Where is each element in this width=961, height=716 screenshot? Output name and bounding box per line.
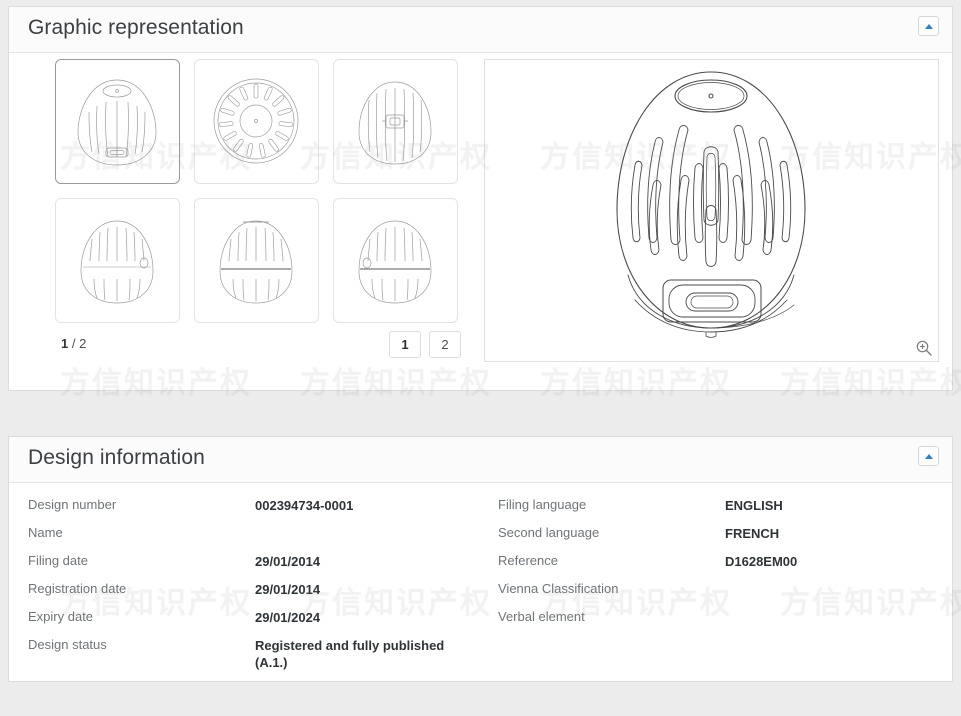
field-registration-date-value: 29/01/2014 — [255, 582, 321, 597]
field-design-status-label: Design status — [28, 637, 107, 652]
pagination-controls: 1 2 — [389, 331, 461, 358]
field-expiry-date-label: Expiry date — [28, 609, 94, 624]
thumbnail-row-2 — [55, 198, 475, 323]
field-filing-date: Filing date 29/01/2014 — [28, 553, 488, 581]
field-filing-language-label: Filing language — [498, 497, 587, 512]
thumbnail-row-1 — [55, 59, 475, 184]
graphic-representation-panel: Graphic representation 1 / 2 1 2 — [8, 6, 953, 391]
field-verbal-element-label: Verbal element — [498, 609, 585, 624]
thumbnail-6-other-side-view[interactable] — [333, 198, 458, 323]
field-filing-language: Filing language ENGLISH — [498, 497, 938, 525]
graphic-panel-collapse-button[interactable] — [918, 16, 939, 36]
thumbnail-5-back-view[interactable] — [194, 198, 319, 323]
field-reference: Reference D1628EM00 — [498, 553, 938, 581]
field-registration-date-label: Registration date — [28, 581, 127, 596]
thumbnail-grid — [55, 59, 475, 337]
design-info-right-column: Filing language ENGLISH Second language … — [498, 497, 938, 637]
thumbnail-4-side-view[interactable] — [55, 198, 180, 323]
field-design-number: Design number 002394734-0001 — [28, 497, 488, 525]
design-panel-header: Design information — [9, 437, 952, 483]
design-information-panel: Design information Design number 0023947… — [8, 436, 953, 682]
page-count-separator: / — [68, 336, 80, 351]
pager-button-1[interactable]: 1 — [389, 331, 421, 358]
design-info-left-column: Design number 002394734-0001 Name Filing… — [28, 497, 488, 681]
field-name-label: Name — [28, 525, 63, 540]
field-design-number-label: Design number — [28, 497, 117, 512]
page-count-indicator: 1 / 2 — [61, 336, 86, 351]
field-expiry-date-value: 29/01/2024 — [255, 610, 321, 625]
design-detail-page: Graphic representation 1 / 2 1 2 Design … — [0, 0, 961, 716]
field-expiry-date: Expiry date 29/01/2024 — [28, 609, 488, 637]
pager-button-2[interactable]: 2 — [429, 331, 461, 358]
field-verbal-element: Verbal element — [498, 609, 938, 637]
main-design-image[interactable] — [484, 59, 939, 362]
thumbnail-3-front-view[interactable] — [333, 59, 458, 184]
thumbnail-1-perspective-view[interactable] — [55, 59, 180, 184]
field-design-status-value: Registered and fully published (A.1.) — [255, 638, 445, 670]
graphic-panel-title: Graphic representation — [28, 16, 244, 39]
field-second-language-value: FRENCH — [725, 526, 780, 541]
thumbnail-2-top-view[interactable] — [194, 59, 319, 184]
graphic-panel-header: Graphic representation — [9, 7, 952, 53]
design-drawing-svg — [616, 71, 806, 338]
field-filing-language-value: ENGLISH — [725, 498, 783, 513]
caret-up-icon — [924, 23, 933, 29]
thumbnail-footer: 1 / 2 1 2 — [55, 331, 475, 361]
design-panel-body: Design number 002394734-0001 Name Filing… — [9, 483, 952, 670]
field-vienna-classification-label: Vienna Classification — [498, 581, 619, 596]
magnifier-plus-icon[interactable] — [915, 339, 933, 357]
field-reference-value: D1628EM00 — [725, 554, 798, 569]
field-vienna-classification: Vienna Classification — [498, 581, 938, 609]
field-filing-date-label: Filing date — [28, 553, 88, 568]
design-panel-title: Design information — [28, 446, 205, 469]
field-second-language-label: Second language — [498, 525, 600, 540]
field-name: Name — [28, 525, 488, 553]
graphic-panel-body: 1 / 2 1 2 — [9, 53, 952, 391]
field-filing-date-value: 29/01/2014 — [255, 554, 321, 569]
field-registration-date: Registration date 29/01/2014 — [28, 581, 488, 609]
field-design-number-value: 002394734-0001 — [255, 498, 354, 513]
field-second-language: Second language FRENCH — [498, 525, 938, 553]
page-count-total: 2 — [79, 336, 87, 351]
field-design-status: Design status Registered and fully publi… — [28, 637, 488, 681]
field-reference-label: Reference — [498, 553, 558, 568]
design-panel-collapse-button[interactable] — [918, 446, 939, 466]
caret-up-icon — [924, 453, 933, 459]
